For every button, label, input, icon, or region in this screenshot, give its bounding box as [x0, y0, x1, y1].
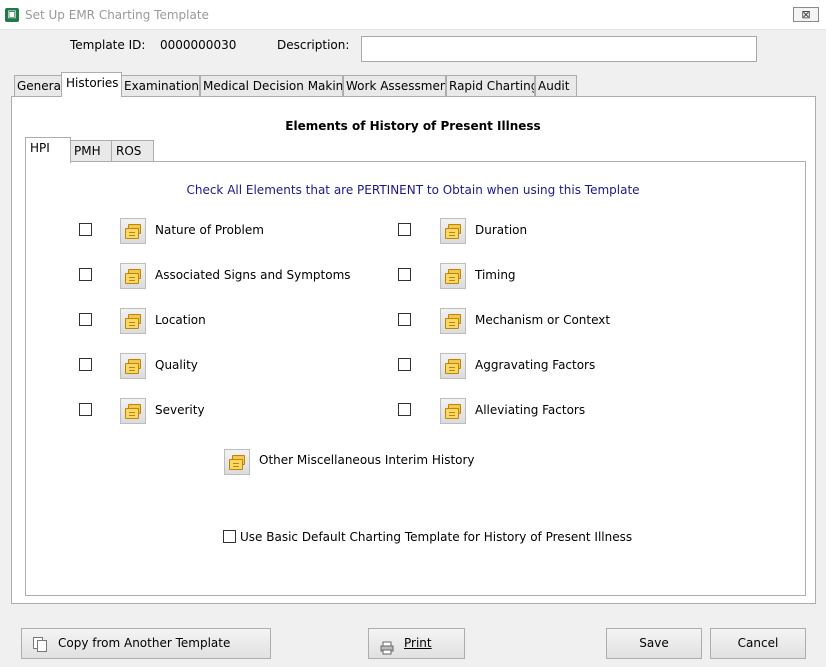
cancel-button[interactable]: Cancel: [710, 628, 806, 659]
label-other-misc-history: Other Miscellaneous Interim History: [259, 453, 475, 467]
checkbox-associated-signs[interactable]: [79, 268, 92, 281]
label-location: Location: [155, 313, 206, 327]
label-alleviating-factors: Alleviating Factors: [475, 403, 586, 417]
tab-work-assessment[interactable]: Work Assessment: [343, 75, 446, 97]
folder-copy-icon[interactable]: [440, 398, 466, 424]
printer-icon: [380, 637, 394, 655]
window-titlebar: ▣ Set Up EMR Charting Template ⊠: [0, 0, 826, 30]
label-associated-signs: Associated Signs and Symptoms: [155, 268, 351, 282]
tab-general[interactable]: General: [14, 75, 64, 97]
folder-copy-icon[interactable]: [120, 263, 146, 289]
template-id-value: 0000000030: [160, 38, 237, 52]
tab-medical-decision-making[interactable]: Medical Decision Making: [200, 75, 343, 97]
close-button[interactable]: ⊠: [793, 7, 819, 22]
subtab-hpi[interactable]: HPI: [25, 137, 71, 163]
folder-copy-icon[interactable]: [440, 308, 466, 334]
instruction-text: Check All Elements that are PERTINENT to…: [186, 183, 640, 197]
checkbox-location[interactable]: [79, 313, 92, 326]
label-aggravating-factors: Aggravating Factors: [475, 358, 596, 372]
checkbox-nature-of-problem[interactable]: [79, 223, 92, 236]
folder-copy-icon[interactable]: [120, 218, 146, 244]
save-label: Save: [639, 636, 669, 650]
description-label: Description:: [277, 38, 350, 52]
folder-copy-icon[interactable]: [120, 398, 146, 424]
tab-audit[interactable]: Audit: [535, 75, 577, 97]
save-button[interactable]: Save: [606, 628, 702, 659]
checkbox-mechanism-or-context[interactable]: [398, 313, 411, 326]
label-duration: Duration: [475, 223, 528, 237]
checkbox-quality[interactable]: [79, 358, 92, 371]
checkbox-severity[interactable]: [79, 403, 92, 416]
app-logo-icon: ▣: [5, 8, 19, 22]
label-severity: Severity: [155, 403, 205, 417]
folder-copy-icon[interactable]: [440, 263, 466, 289]
checkbox-duration[interactable]: [398, 223, 411, 236]
checkbox-alleviating-factors[interactable]: [398, 403, 411, 416]
label-nature-of-problem: Nature of Problem: [155, 223, 264, 237]
template-id-label: Template ID:: [70, 38, 146, 52]
print-button[interactable]: Print: [368, 628, 465, 659]
window-title: Set Up EMR Charting Template: [25, 8, 209, 22]
checkbox-use-default-template[interactable]: [223, 530, 236, 543]
label-mechanism-or-context: Mechanism or Context: [475, 313, 611, 327]
label-use-default-template: Use Basic Default Charting Template for …: [240, 530, 633, 544]
folder-copy-icon[interactable]: [120, 353, 146, 379]
description-input[interactable]: [361, 36, 757, 62]
folder-copy-icon[interactable]: [440, 353, 466, 379]
tab-rapid-charting[interactable]: Rapid Charting: [446, 75, 535, 97]
folder-copy-icon[interactable]: [440, 218, 466, 244]
print-label: Print: [404, 636, 432, 650]
tab-histories[interactable]: Histories: [61, 72, 122, 97]
checkbox-timing[interactable]: [398, 268, 411, 281]
label-timing: Timing: [475, 268, 516, 282]
label-quality: Quality: [155, 358, 198, 372]
tab-examinations[interactable]: Examinations: [121, 75, 200, 97]
copy-from-template-label: Copy from Another Template: [58, 636, 231, 650]
copy-from-template-button[interactable]: Copy from Another Template: [21, 628, 271, 659]
folder-copy-icon[interactable]: [120, 308, 146, 334]
folder-copy-icon[interactable]: [224, 449, 250, 475]
copy-document-icon: [37, 640, 47, 652]
section-title: Elements of History of Present Illness: [285, 119, 541, 133]
subtab-pmh[interactable]: PMH: [69, 140, 112, 162]
cancel-label: Cancel: [737, 636, 779, 650]
subtab-ros[interactable]: ROS: [111, 140, 154, 162]
checkbox-aggravating-factors[interactable]: [398, 358, 411, 371]
